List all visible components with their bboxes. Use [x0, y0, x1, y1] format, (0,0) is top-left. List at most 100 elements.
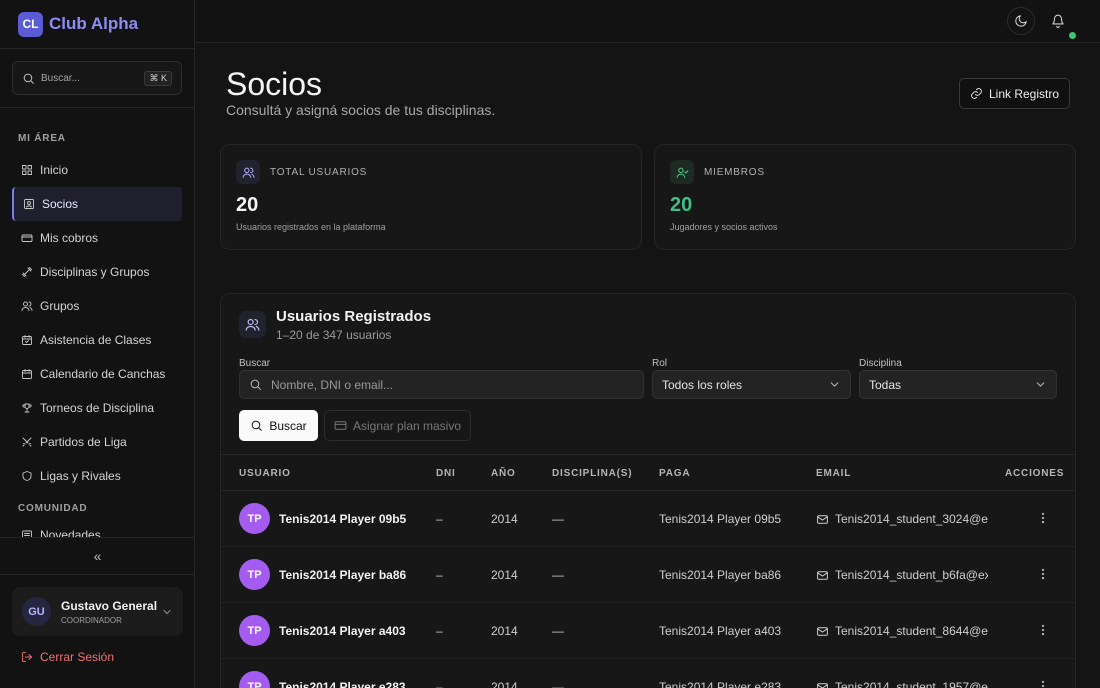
user-year: 2014 — [491, 512, 518, 526]
avatar: TP — [239, 503, 270, 534]
link-registro-button[interactable]: Link Registro — [959, 78, 1070, 109]
search-input-placeholder: Nombre, DNI o email... — [271, 377, 394, 392]
calendar-check-icon — [22, 335, 32, 345]
discipline-select-value: Todas — [869, 377, 902, 392]
user-email: Tenis2014_student_3024@exa — [816, 512, 988, 526]
avatar: GU — [22, 597, 51, 626]
avatar: TP — [239, 671, 270, 688]
sidebar-item-label: Calendario de Canchas — [40, 367, 166, 381]
sidebar: CL Club Alpha Buscar... ⌘ K MI ÁREA Inic… — [0, 0, 195, 688]
more-vertical-icon[interactable] — [1036, 679, 1050, 688]
user-year: 2014 — [491, 568, 518, 582]
brand[interactable]: CL Club Alpha — [0, 0, 194, 49]
calendar-icon — [22, 369, 32, 379]
mail-icon — [817, 682, 828, 688]
search-shortcut: ⌘ K — [144, 70, 172, 86]
trophy-icon — [22, 403, 32, 413]
table-row[interactable]: TP Tenis2014 Player 09b5 – 2014 — Tenis2… — [221, 491, 1075, 547]
sidebar-item-partidos[interactable]: Partidos de Liga — [12, 425, 182, 459]
sidebar-item-disciplinas[interactable]: Disciplinas y Grupos — [12, 255, 182, 289]
column-header-disciplinas[interactable]: DISCIPLINA(S) — [552, 468, 632, 479]
sidebar-item-label: Torneos de Disciplina — [40, 401, 155, 415]
bell-icon — [1052, 14, 1064, 28]
user-name[interactable]: Tenis2014 Player a403 — [279, 624, 406, 638]
users-icon — [245, 318, 260, 331]
user-name[interactable]: Tenis2014 Player ba86 — [279, 568, 406, 582]
user-email: Tenis2014_student_8644@exa — [816, 624, 988, 638]
stat-value: 20 — [236, 194, 259, 216]
more-vertical-icon[interactable] — [1036, 511, 1050, 525]
more-vertical-icon[interactable] — [1036, 567, 1050, 581]
user-email: Tenis2014_student_b6fa@exar — [816, 568, 988, 582]
stat-card-total-usuarios: TOTAL USUARIOS 20 Usuarios registrados e… — [220, 144, 642, 250]
discipline-select[interactable]: Todas — [859, 370, 1057, 399]
chevron-down-icon — [830, 382, 839, 387]
logout-label: Cerrar Sesión — [40, 650, 115, 664]
sidebar-item-label: Asistencia de Clases — [40, 333, 152, 347]
sidebar-item-label: Partidos de Liga — [40, 435, 127, 449]
users-icon — [21, 301, 33, 311]
more-vertical-icon[interactable] — [1036, 623, 1050, 637]
user-email-text: Tenis2014_student_b6fa@exar — [835, 568, 988, 582]
logout-button[interactable]: Cerrar Sesión — [21, 650, 114, 664]
user-check-icon — [676, 167, 688, 178]
table-row[interactable]: TP Tenis2014 Player a403 – 2014 — Tenis2… — [221, 603, 1075, 659]
column-header-usuario[interactable]: USUARIO — [239, 468, 291, 479]
sidebar-item-label: Disciplinas y Grupos — [40, 265, 150, 279]
user-name[interactable]: Tenis2014 Player 09b5 — [279, 512, 406, 526]
user-disciplines: — — [552, 680, 564, 688]
sidebar-item-label: Grupos — [40, 299, 80, 313]
user-dni: – — [436, 624, 443, 638]
users-card-icon — [239, 311, 266, 338]
bulk-assign-plan-button[interactable]: Asignar plan masivo — [324, 410, 471, 441]
user-dni: – — [436, 568, 443, 582]
notifications-button[interactable] — [1044, 7, 1072, 35]
sidebar-item-inicio[interactable]: Inicio — [12, 153, 182, 187]
role-select[interactable]: Todos los roles — [652, 370, 851, 399]
dumbbell-icon — [22, 267, 32, 277]
column-header-ano[interactable]: AÑO — [491, 468, 516, 479]
sidebar-item-grupos[interactable]: Grupos — [12, 289, 182, 323]
sidebar-item-label: Mis cobros — [40, 231, 99, 245]
column-header-email[interactable]: EMAIL — [816, 468, 851, 479]
search-icon — [250, 379, 261, 390]
brand-name: Club Alpha — [49, 14, 139, 33]
sidebar-item-novedades[interactable]: Novedades — [12, 518, 182, 538]
user-disciplines: — — [552, 568, 564, 582]
theme-toggle-button[interactable] — [1007, 7, 1035, 35]
sidebar-item-mis-cobros[interactable]: Mis cobros — [12, 221, 182, 255]
stat-icon — [236, 160, 260, 184]
collapse-sidebar-button[interactable]: « — [0, 537, 195, 575]
table-header: USUARIO DNI AÑO DISCIPLINA(S) PAGA EMAIL… — [221, 454, 1075, 491]
brand-logo: CL — [18, 11, 43, 37]
swords-icon — [22, 437, 32, 447]
search-button[interactable]: Buscar — [239, 410, 318, 441]
sidebar-item-ligas[interactable]: Ligas y Rivales — [12, 459, 182, 493]
user-menu[interactable]: GU Gustavo General COORDINADOR — [12, 587, 183, 636]
user-name[interactable]: Tenis2014 Player e283 — [279, 680, 406, 688]
sidebar-item-label: Inicio — [40, 163, 69, 177]
grid-icon — [22, 165, 32, 175]
column-header-paga[interactable]: PAGA — [659, 468, 690, 479]
sidebar-search[interactable]: Buscar... ⌘ K — [12, 61, 182, 95]
column-header-dni[interactable]: DNI — [436, 468, 456, 479]
user-year: 2014 — [491, 624, 518, 638]
sidebar-item-torneos[interactable]: Torneos de Disciplina — [12, 391, 182, 425]
mail-icon — [817, 626, 828, 636]
logout-icon — [22, 652, 32, 662]
user-email-text: Tenis2014_student_8644@exa — [835, 624, 988, 638]
moon-icon — [1015, 15, 1027, 27]
sidebar-item-calendario[interactable]: Calendario de Canchas — [12, 357, 182, 391]
wallet-icon — [21, 234, 33, 242]
avatar: TP — [239, 559, 270, 590]
search-input[interactable]: Nombre, DNI o email... — [239, 370, 644, 399]
sidebar-item-label: Socios — [42, 197, 79, 211]
sidebar-item-socios[interactable]: Socios — [12, 187, 182, 221]
section-title-comunidad: COMUNIDAD — [18, 503, 88, 514]
user-payer: Tenis2014 Player a403 — [659, 624, 782, 638]
user-disciplines: — — [552, 624, 564, 638]
sidebar-item-asistencia[interactable]: Asistencia de Clases — [12, 323, 182, 357]
table-row[interactable]: TP Tenis2014 Player e283 – 2014 — Tenis2… — [221, 659, 1075, 688]
bulk-assign-plan-label: Asignar plan masivo — [352, 418, 462, 433]
table-row[interactable]: TP Tenis2014 Player ba86 – 2014 — Tenis2… — [221, 547, 1075, 603]
